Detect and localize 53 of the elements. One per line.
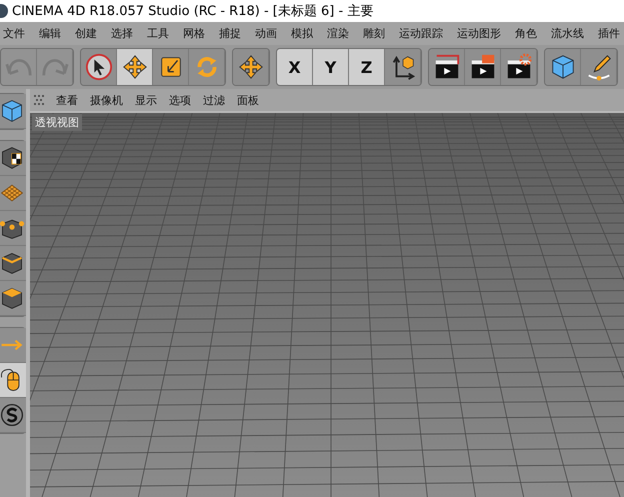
- app-icon: [0, 4, 8, 18]
- view-menu-item[interactable]: 查看: [56, 92, 78, 108]
- menu-item[interactable]: 流水线: [548, 26, 591, 41]
- tool-button[interactable]: [581, 49, 617, 85]
- tool-button[interactable]: [81, 49, 117, 85]
- checkered-cube-icon: [0, 145, 25, 171]
- menu-item[interactable]: 编辑: [36, 26, 68, 41]
- grip-icon: [34, 95, 44, 105]
- tool-button[interactable]: [385, 49, 421, 85]
- view-menu-item[interactable]: 面板: [237, 92, 259, 108]
- tool-button[interactable]: [153, 49, 189, 85]
- tool-button[interactable]: Z: [349, 49, 385, 85]
- four-way-arrow-icon: [236, 53, 264, 81]
- cursor-icon: [84, 53, 112, 81]
- menu-item[interactable]: 模拟: [288, 26, 320, 41]
- tool-button[interactable]: X: [277, 49, 313, 85]
- view-menu-item[interactable]: 显示: [135, 92, 157, 108]
- menu-item[interactable]: 网格: [180, 26, 212, 41]
- menu-item[interactable]: 创建: [72, 26, 104, 41]
- viewport-label: 透视视图: [32, 114, 82, 131]
- viewport[interactable]: 透视视图: [30, 113, 624, 497]
- menu-item[interactable]: 雕刻: [360, 26, 392, 41]
- s-circle-icon: [0, 402, 25, 428]
- tool-button[interactable]: [117, 49, 153, 85]
- tool-button[interactable]: [465, 49, 501, 85]
- tool-button[interactable]: [233, 49, 269, 85]
- tool-button[interactable]: [0, 141, 26, 176]
- menu-item[interactable]: 渲染: [324, 26, 356, 41]
- cube-icon: [0, 98, 25, 124]
- menu-item[interactable]: 文件: [0, 26, 32, 41]
- menu-item[interactable]: 工具: [144, 26, 176, 41]
- tool-button[interactable]: [0, 281, 26, 316]
- tool-button[interactable]: [0, 363, 26, 398]
- tool-button[interactable]: [0, 211, 26, 246]
- view-menu-item[interactable]: 摄像机: [90, 92, 123, 108]
- view-menu-item[interactable]: 过滤: [203, 92, 225, 108]
- tool-button[interactable]: [501, 49, 537, 85]
- menu-item[interactable]: 插件: [595, 26, 624, 41]
- tool-button[interactable]: Y: [313, 49, 349, 85]
- tool-button[interactable]: [429, 49, 465, 85]
- menu-item[interactable]: 选择: [108, 26, 140, 41]
- cube-polygon-icon: [0, 285, 25, 311]
- menu-item[interactable]: 运动跟踪: [396, 26, 450, 41]
- view-menu-item[interactable]: 选项: [169, 92, 191, 108]
- menu-item[interactable]: 动画: [252, 26, 284, 41]
- menu-item[interactable]: 角色: [512, 26, 544, 41]
- menu-item[interactable]: 捕捉: [216, 26, 248, 41]
- tool-button[interactable]: [0, 398, 26, 433]
- menu-item[interactable]: 运动图形: [454, 26, 508, 41]
- window-title: CINEMA 4D R18.057 Studio (RC - R18) - [未标题 6] - 主要: [12, 3, 374, 20]
- cube-edges-icon: [0, 250, 25, 276]
- four-way-arrow-icon: [120, 53, 148, 81]
- tool-button[interactable]: [0, 246, 26, 281]
